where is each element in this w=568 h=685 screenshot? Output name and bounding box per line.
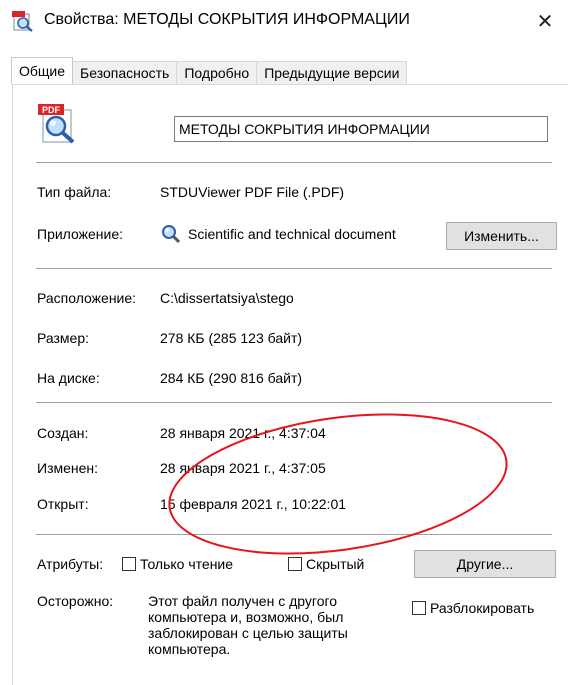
unblock-checkbox[interactable]: Разблокировать [412, 600, 534, 616]
close-button[interactable]: ✕ [522, 0, 568, 42]
size-on-disk-value: 284 КБ (290 816 байт) [160, 370, 303, 386]
close-icon: ✕ [536, 10, 554, 33]
magnifier-app-icon [162, 225, 180, 244]
checkbox-box[interactable] [412, 601, 426, 615]
accessed-label: Открыт: [37, 496, 89, 512]
tab-general[interactable]: Общие [11, 57, 74, 84]
application-value: Scientific and technical document [188, 226, 396, 242]
divider [36, 534, 552, 535]
readonly-checkbox[interactable]: Только чтение [122, 556, 233, 572]
unblock-label: Разблокировать [430, 600, 535, 616]
size-on-disk-label: На диске: [37, 370, 100, 386]
window-title: Свойства: МЕТОДЫ СОКРЫТИЯ ИНФОРМАЦИИ [44, 11, 410, 28]
advanced-attributes-button[interactable]: Другие... [414, 550, 556, 578]
location-label: Расположение: [37, 290, 137, 306]
file-name-input[interactable] [174, 116, 548, 142]
divider [36, 402, 552, 403]
application-label: Приложение: [37, 226, 124, 242]
change-app-button[interactable]: Изменить... [446, 222, 557, 250]
readonly-label: Только чтение [140, 556, 234, 572]
location-value: C:\dissertatsiya\stego [160, 290, 294, 306]
modified-value: 28 января 2021 г., 4:37:05 [160, 460, 326, 476]
hidden-checkbox[interactable]: Скрытый [288, 556, 364, 572]
pdf-file-icon: PDF [38, 104, 75, 144]
caution-label: Осторожно: [37, 593, 114, 609]
tab-security[interactable]: Безопасность [72, 61, 178, 84]
tab-details[interactable]: Подробно [176, 61, 258, 84]
tab-strip: Общие Безопасность Подробно Предыдущие в… [11, 57, 408, 84]
hidden-label: Скрытый [306, 556, 365, 572]
divider [36, 162, 552, 163]
checkbox-box[interactable] [288, 557, 302, 571]
created-value: 28 января 2021 г., 4:37:04 [160, 425, 326, 441]
divider [36, 268, 552, 269]
created-label: Создан: [37, 425, 89, 441]
modified-label: Изменен: [37, 460, 99, 476]
pdf-badge-text: PDF [42, 105, 61, 115]
file-type-value: STDUViewer PDF File (.PDF) [160, 184, 345, 200]
size-value: 278 КБ (285 123 байт) [160, 330, 303, 346]
pdf-magnifier-icon [12, 11, 33, 32]
security-warning-text: Этот файл получен с другого компьютера и… [148, 593, 348, 657]
size-label: Размер: [37, 330, 90, 346]
accessed-value: 15 февраля 2021 г., 10:22:01 [160, 496, 347, 512]
attributes-label: Атрибуты: [37, 556, 104, 572]
tab-previous-versions[interactable]: Предыдущие версии [256, 61, 408, 84]
file-type-label: Тип файла: [37, 184, 112, 200]
title-bar: Свойства: МЕТОДЫ СОКРЫТИЯ ИНФОРМАЦИИ ✕ [0, 0, 568, 42]
checkbox-box[interactable] [122, 557, 136, 571]
